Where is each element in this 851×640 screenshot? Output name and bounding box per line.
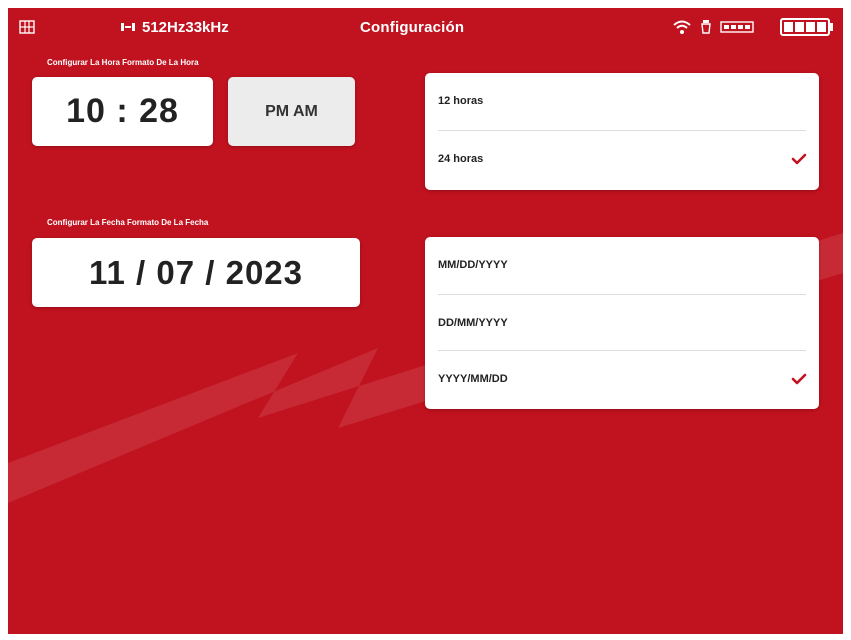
option-label: YYYY/MM/DD	[438, 373, 508, 385]
screen-title: Configuración	[360, 18, 465, 36]
option-12-horas[interactable]: 12 horas	[425, 73, 819, 129]
battery-small-icon	[720, 17, 754, 37]
date-format-list: MM/DD/YYYY DD/MM/YYYY YYYY/MM/DD	[425, 237, 819, 409]
date-display[interactable]: 11 / 07 / 2023	[32, 238, 360, 307]
option-label: 12 horas	[438, 95, 484, 107]
date-section-label: Configurar La Fecha Formato De La Fecha	[47, 218, 209, 227]
frequency-indicator: 512Hz33kHz	[120, 17, 229, 37]
time-section-label: Configurar La Hora Formato De La Hora	[47, 58, 199, 67]
option-mm-dd-yyyy[interactable]: MM/DD/YYYY	[425, 237, 819, 293]
status-bar: 512Hz33kHz Configuración	[8, 8, 843, 46]
frequency-text: 512Hz33kHz	[142, 18, 229, 36]
wifi-icon	[672, 17, 692, 37]
grid-icon[interactable]	[18, 17, 36, 37]
time-format-list: 12 horas 24 horas	[425, 73, 819, 190]
option-dd-mm-yyyy[interactable]: DD/MM/YYYY	[425, 295, 819, 351]
option-label: MM/DD/YYYY	[438, 259, 508, 271]
time-display[interactable]: 10 : 28	[32, 77, 213, 146]
signal-icon	[121, 23, 135, 31]
option-label: 24 horas	[438, 153, 484, 165]
battery-icon	[780, 17, 834, 37]
option-label: DD/MM/YYYY	[438, 317, 508, 329]
checkmark-icon	[791, 153, 807, 165]
ampm-toggle[interactable]: PM AM	[228, 77, 355, 146]
lamp-icon	[700, 17, 712, 37]
checkmark-icon	[791, 373, 807, 385]
option-24-horas[interactable]: 24 horas	[425, 131, 819, 187]
settings-screen: 512Hz33kHz Configuración Configurar La H…	[8, 8, 843, 634]
option-yyyy-mm-dd[interactable]: YYYY/MM/DD	[425, 351, 819, 407]
